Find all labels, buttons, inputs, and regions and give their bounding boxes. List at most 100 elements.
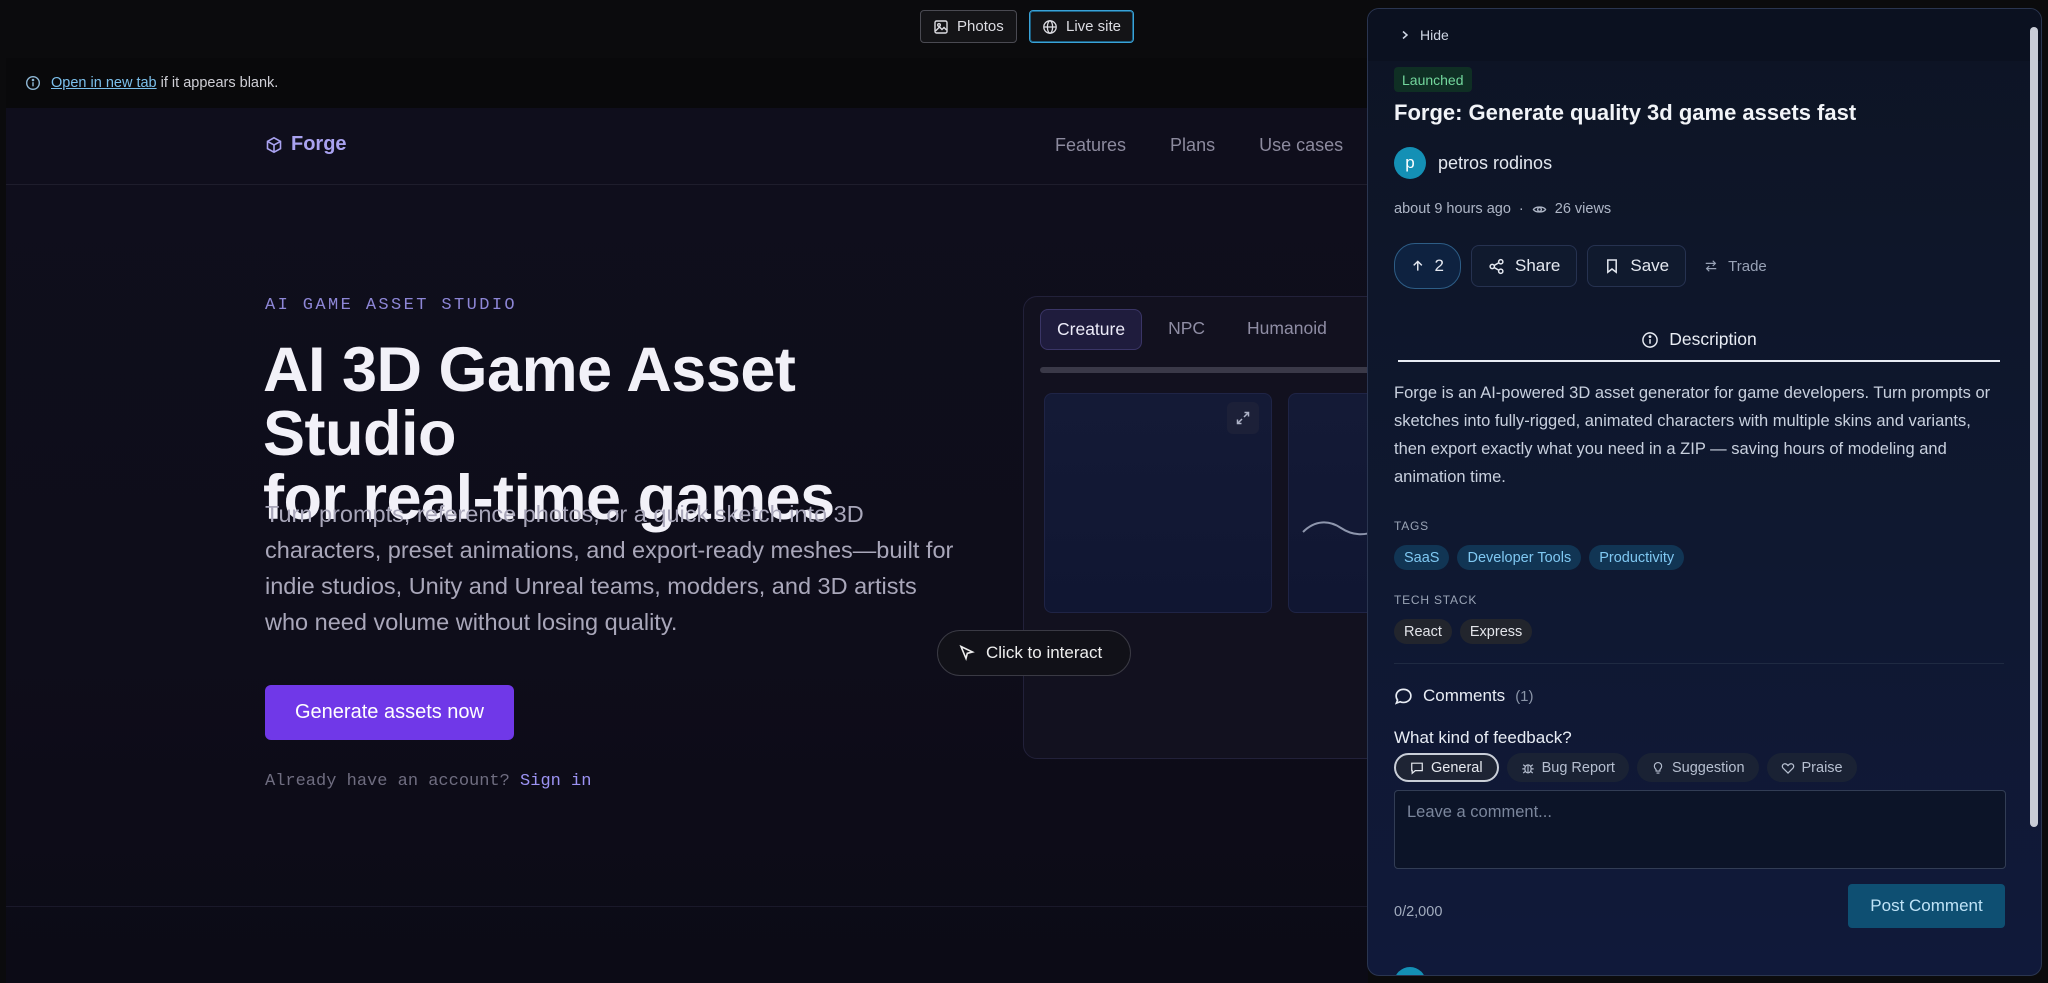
action-row: 2 Share Save Trade bbox=[1394, 243, 1775, 289]
upvote-count: 2 bbox=[1434, 256, 1444, 275]
asset-viewer: Creature NPC Humanoid bbox=[1023, 296, 1368, 759]
site-nav-links: Features Plans Use cases bbox=[1055, 135, 1343, 156]
globe-icon bbox=[1043, 19, 1057, 34]
tech-stack-list: React Express bbox=[1394, 619, 1533, 644]
trade-label: Trade bbox=[1728, 257, 1767, 275]
site-logo[interactable]: Forge bbox=[265, 133, 347, 156]
section-divider bbox=[1394, 663, 2004, 664]
signin-row: Already have an account? Sign in bbox=[265, 772, 591, 791]
creature-preview-icon bbox=[1302, 521, 1368, 536]
share-label: Share bbox=[1515, 256, 1561, 275]
share-button[interactable]: Share bbox=[1471, 245, 1578, 287]
hero-eyebrow: AI GAME ASSET STUDIO bbox=[265, 296, 518, 315]
share-icon bbox=[1489, 258, 1504, 274]
tab-description[interactable]: Description bbox=[1398, 319, 2000, 362]
tech-chip[interactable]: React bbox=[1394, 619, 1452, 644]
tech-chip[interactable]: Express bbox=[1459, 619, 1533, 644]
comments-header: Comments (1) bbox=[1394, 686, 1534, 706]
site-navbar: Forge Features Plans Use cases bbox=[6, 108, 1368, 185]
arrow-up-icon bbox=[1413, 260, 1423, 271]
site-logo-text: Forge bbox=[291, 133, 347, 155]
tag-list: SaaS Developer Tools Productivity bbox=[1394, 545, 1685, 570]
panel-scrollbar[interactable] bbox=[2030, 27, 2038, 827]
eye-icon bbox=[1532, 205, 1547, 213]
message-square-icon bbox=[1411, 762, 1423, 775]
cube-icon bbox=[266, 136, 282, 153]
upvote-button[interactable]: 2 bbox=[1394, 243, 1461, 289]
save-button[interactable]: Save bbox=[1587, 245, 1687, 287]
feedback-praise-button[interactable]: Praise bbox=[1766, 753, 1857, 782]
tag-chip[interactable]: SaaS bbox=[1394, 545, 1450, 570]
hide-label: Hide bbox=[1420, 27, 1449, 43]
click-to-interact-label: Click to interact bbox=[986, 643, 1103, 662]
post-comment-button[interactable]: Post Comment bbox=[1848, 884, 2005, 928]
nav-link-use-cases[interactable]: Use cases bbox=[1259, 135, 1343, 156]
avatar[interactable]: p bbox=[1394, 147, 1426, 179]
signin-prompt: Already have an account? bbox=[265, 772, 510, 791]
tag-chip[interactable]: Productivity bbox=[1589, 545, 1685, 570]
author-row[interactable]: p petros rodinos bbox=[1394, 147, 1552, 179]
open-in-new-tab-link[interactable]: Open in new tab bbox=[51, 75, 157, 91]
product-detail-panel: Hide Launched Forge: Generate quality 3d… bbox=[1367, 8, 2042, 976]
asset-card[interactable] bbox=[1044, 393, 1272, 613]
live-site-tab-label: Live site bbox=[1066, 18, 1122, 35]
status-badge: Launched bbox=[1394, 67, 1472, 92]
asset-card[interactable] bbox=[1288, 393, 1368, 613]
chat-bubble-icon bbox=[1394, 688, 1412, 705]
tech-stack-label: TECH STACK bbox=[1394, 593, 1478, 607]
avatar[interactable] bbox=[1394, 967, 1426, 975]
viewer-tabs: Creature NPC Humanoid bbox=[1040, 309, 1343, 350]
feedback-bug-report-label: Bug Report bbox=[1541, 759, 1615, 776]
bug-icon bbox=[1521, 763, 1534, 774]
feedback-suggestion-button[interactable]: Suggestion bbox=[1636, 753, 1759, 782]
lightbulb-icon bbox=[1653, 761, 1663, 774]
notice-text: Open in new tab if it appears blank. bbox=[51, 75, 278, 91]
cursor-icon bbox=[959, 644, 975, 662]
viewer-tab-creature[interactable]: Creature bbox=[1040, 309, 1143, 350]
tag-chip[interactable]: Developer Tools bbox=[1457, 545, 1582, 570]
generate-assets-button[interactable]: Generate assets now bbox=[265, 685, 514, 740]
info-icon bbox=[25, 75, 41, 91]
posted-time: about 9 hours ago bbox=[1394, 201, 1511, 217]
description-tab-label: Description bbox=[1669, 329, 1757, 349]
product-description: Forge is an AI-powered 3D asset generato… bbox=[1394, 384, 1991, 486]
viewer-scrollbar[interactable] bbox=[1040, 367, 1368, 373]
comments-label: Comments bbox=[1423, 686, 1506, 705]
feedback-bug-report-button[interactable]: Bug Report bbox=[1506, 753, 1629, 782]
live-site-tab-button[interactable]: Live site bbox=[1029, 10, 1135, 43]
feedback-praise-label: Praise bbox=[1801, 759, 1843, 776]
comment-placeholder: Leave a comment... bbox=[1407, 803, 1552, 821]
panel-header: Hide bbox=[1368, 9, 2041, 61]
nav-link-plans[interactable]: Plans bbox=[1170, 135, 1215, 156]
feedback-general-label: General bbox=[1431, 759, 1483, 776]
trade-button[interactable]: Trade bbox=[1696, 245, 1775, 287]
swap-icon bbox=[1705, 260, 1717, 272]
info-icon bbox=[1642, 331, 1659, 348]
viewer-tab-npc[interactable]: NPC bbox=[1152, 309, 1221, 350]
asset-cards bbox=[1044, 393, 1368, 613]
viewer-tab-humanoid[interactable]: Humanoid bbox=[1231, 309, 1343, 350]
meta-separator: · bbox=[1518, 201, 1524, 217]
hide-panel-button[interactable]: Hide bbox=[1400, 27, 1449, 43]
post-meta: about 9 hours ago · 26 views bbox=[1394, 201, 1611, 217]
save-label: Save bbox=[1630, 256, 1670, 275]
character-counter: 0/2,000 bbox=[1394, 904, 1443, 920]
feedback-type-selector: General Bug Report Suggestion Praise bbox=[1394, 753, 1857, 782]
feedback-general-button[interactable]: General bbox=[1394, 753, 1499, 782]
live-site-frame[interactable]: Forge Features Plans Use cases AI GAME A… bbox=[6, 108, 1368, 983]
signin-link[interactable]: Sign in bbox=[520, 772, 591, 791]
author-name[interactable]: petros rodinos bbox=[1438, 153, 1552, 174]
comment-textarea[interactable]: Leave a comment... bbox=[1394, 790, 2006, 869]
feedback-question: What kind of feedback? bbox=[1394, 728, 1572, 747]
bookmark-icon bbox=[1607, 259, 1618, 274]
hero-title-line-1: AI 3D Game Asset Studio bbox=[263, 335, 796, 469]
photos-tab-button[interactable]: Photos bbox=[920, 10, 1017, 43]
heart-icon bbox=[1781, 762, 1794, 774]
feedback-suggestion-label: Suggestion bbox=[1671, 759, 1745, 776]
photos-tab-label: Photos bbox=[957, 18, 1004, 35]
nav-link-features[interactable]: Features bbox=[1055, 135, 1126, 156]
image-icon bbox=[934, 19, 948, 34]
click-to-interact-button[interactable]: Click to interact bbox=[937, 630, 1131, 676]
expand-icon[interactable] bbox=[1227, 402, 1259, 434]
section-divider bbox=[6, 906, 1368, 907]
